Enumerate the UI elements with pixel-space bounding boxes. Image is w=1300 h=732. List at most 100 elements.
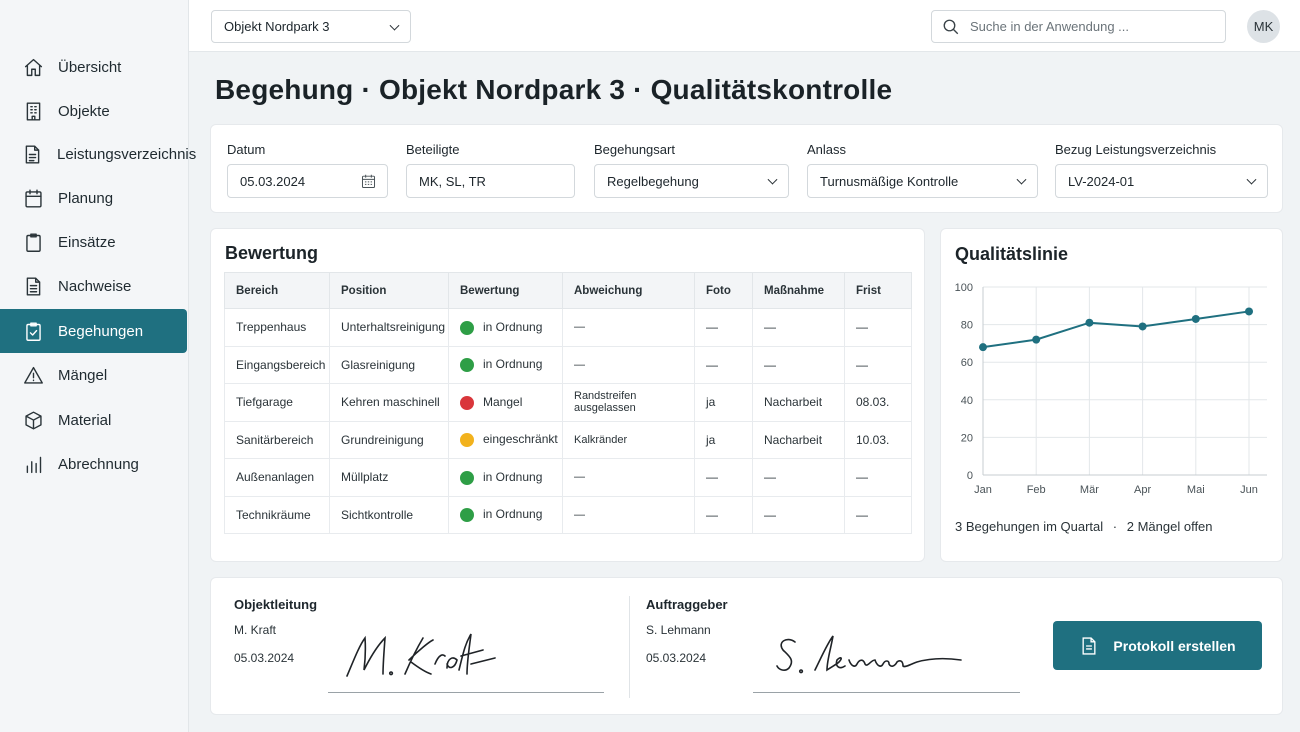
sidebar-item-label: Einsätze (58, 233, 116, 251)
frist-cell: — (844, 308, 912, 347)
column-header[interactable]: Bereich (224, 272, 330, 309)
bereich-cell: Treppenhaus (224, 308, 330, 347)
page-title: Begehung · Objekt Nordpark 3 · Qualitäts… (215, 74, 893, 105)
sidebar-item-material[interactable]: Material (0, 398, 187, 442)
sidebar-item-abrechnung[interactable]: Abrechnung (0, 442, 187, 486)
sidebar-item-label: Planung (58, 189, 114, 207)
objektleitung-signature (346, 633, 496, 677)
sidebar-item-begehungen[interactable]: Begehungen (0, 309, 187, 353)
auftraggeber-title: Auftraggeber (646, 597, 728, 612)
calendar-icon (22, 187, 44, 209)
search-icon (943, 19, 959, 34)
datum-field[interactable]: 05.03.2024 (227, 164, 388, 198)
calendar-icon[interactable] (360, 173, 377, 190)
sidebar-item-maengel[interactable]: Mängel (0, 353, 187, 397)
avatar[interactable]: MK (1247, 10, 1280, 43)
foto-cell: ja (694, 383, 753, 422)
column-header[interactable]: Position (329, 272, 449, 309)
sidebar-item-uebersicht[interactable]: Übersicht (0, 45, 187, 89)
status-cell: in Ordnung (448, 495, 563, 534)
status-indicator-icon (460, 358, 474, 373)
auftraggeber-date: 05.03.2024 (646, 651, 707, 665)
sidebar-item-einsaetze[interactable]: Einsätze (0, 220, 187, 264)
table-header-row: Bereich Position Bewertung Abweichung Fo… (224, 272, 912, 309)
column-header[interactable]: Bewertung (448, 272, 563, 309)
status-cell: in Ordnung (448, 458, 563, 497)
bezug-select[interactable]: LV-2024-01 (1055, 164, 1268, 198)
clipboard-check-icon (22, 320, 44, 342)
object-select[interactable]: Objekt Nordpark 3 (211, 10, 411, 43)
position-cell: Sichtkontrolle (329, 495, 449, 534)
sidebar-item-label: Nachweise (58, 277, 132, 295)
maengel-count: 2 Mängel offen (1126, 519, 1213, 534)
massnahme-cell: Nacharbeit (752, 383, 845, 422)
search-input[interactable] (970, 19, 1210, 34)
beteiligte-field[interactable]: MK, SL, TR (406, 164, 575, 198)
column-header[interactable]: Abweichung (562, 272, 695, 309)
table-row[interactable]: Außenanlagen Müllplatz in Ordnung — — — — (224, 458, 912, 497)
table-row[interactable]: Technikräume Sichtkontrolle in Ordnung — — — — (224, 495, 912, 534)
begehungsart-value: Regelbegehung (607, 173, 699, 189)
table-row[interactable]: Treppenhaus Unterhaltsreinigung in Ordnung… (224, 308, 912, 347)
home-icon (22, 56, 44, 78)
foto-cell: — (694, 495, 753, 534)
bereich-cell: Außenanlagen (224, 458, 330, 497)
chart-summary: 3 Begehungen im Quartal · 2 Mängel offen (955, 519, 1213, 534)
sidebar-item-planung[interactable]: Planung (0, 176, 187, 220)
sidebar-item-nachweise[interactable]: Nachweise (0, 264, 187, 308)
beteiligte-label: Beteiligte (406, 142, 460, 157)
column-header[interactable]: Maßnahme (752, 272, 845, 309)
column-header[interactable]: Frist (844, 272, 912, 309)
clipboard-icon (22, 231, 44, 253)
anlass-select[interactable]: Turnusmäßige Kontrolle (807, 164, 1038, 198)
chevron-down-icon (1016, 174, 1027, 185)
beteiligte-value: MK, SL, TR (419, 173, 486, 189)
objektleitung-name: M. Kraft (234, 623, 277, 637)
status-cell: eingeschränkt (448, 420, 563, 459)
status-label: in Ordnung (483, 357, 543, 372)
begehung-form-card: Datum 05.03.2024 Beteiligte MK, SL, TR B… (210, 124, 1283, 213)
position-cell: Kehren maschinell (329, 383, 449, 422)
status-cell: in Ordnung (448, 308, 563, 347)
anlass-label: Anlass (807, 142, 847, 157)
sidebar-item-label: Begehungen (58, 322, 144, 340)
begehungen-count: 3 Begehungen im Quartal (955, 519, 1104, 534)
massnahme-cell: — (752, 308, 845, 347)
massnahme-cell: — (752, 345, 845, 384)
top-bar: Objekt Nordpark 3 MK (189, 0, 1300, 52)
objektleitung-date: 05.03.2024 (234, 651, 295, 665)
abweichung-cell: — (562, 495, 695, 534)
datum-label: Datum (227, 142, 266, 157)
status-label: in Ordnung (483, 469, 543, 484)
column-header[interactable]: Foto (694, 272, 753, 309)
sidebar-item-leistungsverzeichnis[interactable]: Leistungsverzeichnis (0, 132, 196, 176)
massnahme-cell: Nacharbeit (752, 420, 845, 459)
sidebar-item-objekte[interactable]: Objekte (0, 89, 187, 133)
position-cell: Unterhaltsreinigung (329, 308, 449, 347)
table-row[interactable]: Sanitärbereich Grundreinigung eingeschränk… (224, 420, 912, 459)
table-row[interactable]: Eingangsbereich Glasreinigung in Ordnung — —… (224, 345, 912, 384)
status-label: eingeschränkt (483, 432, 558, 447)
y-tick-label: 0 (967, 470, 973, 482)
qualitaetslinie-card: Qualitätslinie 0 20 40 60 80 100 Jan Feb Mär Apr M… (940, 228, 1283, 562)
x-tick-label: Jun (1240, 484, 1258, 496)
sidebar-item-label: Übersicht (58, 58, 122, 76)
bewertung-card: Bewertung Bereich Position Bewertung Abw… (210, 228, 925, 562)
chevron-down-icon (389, 20, 400, 31)
data-point (979, 343, 987, 352)
bereich-cell: Eingangsbereich (224, 345, 330, 384)
data-point (1138, 322, 1147, 331)
begehungsart-label: Begehungsart (594, 142, 675, 157)
status-indicator-icon (460, 395, 474, 410)
status-indicator-icon (460, 320, 474, 335)
position-cell: Glasreinigung (329, 345, 449, 384)
auftraggeber-name: S. Lehmann (646, 623, 711, 637)
datum-value: 05.03.2024 (240, 173, 306, 189)
bereich-cell: Technikräume (224, 495, 330, 534)
table-row[interactable]: Tiefgarage Kehren maschinell Mangel Randstr… (224, 383, 912, 422)
protokoll-erstellen-button[interactable]: Protokoll erstellen (1053, 621, 1262, 670)
status-label: Mangel (483, 394, 523, 409)
abweichung-cell: — (562, 345, 695, 384)
begehungsart-select[interactable]: Regelbegehung (594, 164, 789, 198)
sidebar-item-label: Abrechnung (58, 455, 139, 473)
